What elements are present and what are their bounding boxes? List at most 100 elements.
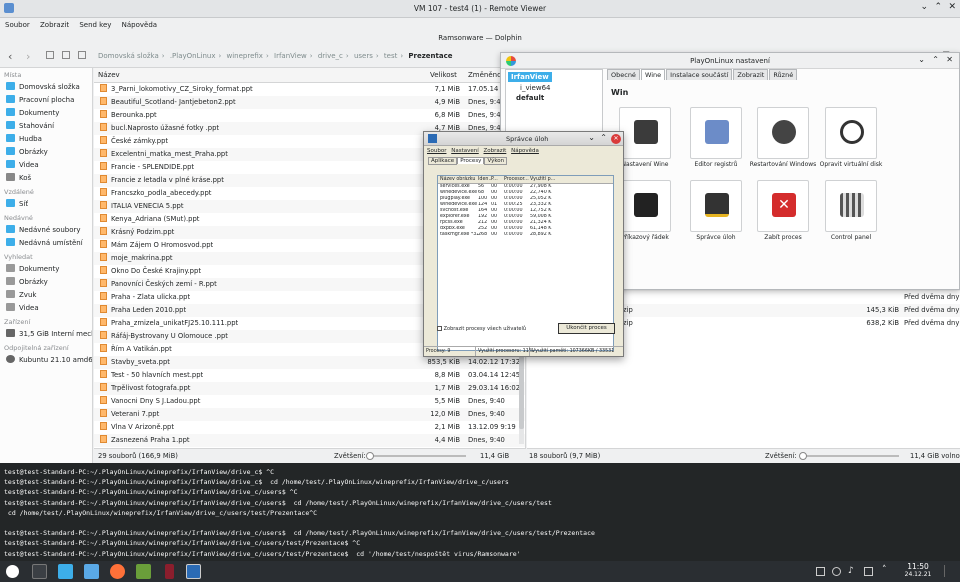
close-icon[interactable]: ✕ — [948, 2, 956, 12]
end-process-button[interactable]: Ukončit proces — [558, 323, 615, 334]
sidebar-item-recent-files[interactable]: Nedávné soubory — [0, 224, 92, 237]
tool-wine-config[interactable] — [619, 107, 671, 159]
tool-repair[interactable] — [825, 107, 877, 159]
column-modified[interactable]: Změněno — [468, 68, 501, 83]
file-row[interactable]: Beautiful_Scotland- Jantjebeton2.ppt 4,9 … — [94, 96, 525, 109]
forward-icon[interactable]: › — [26, 50, 30, 63]
menu-napoveda[interactable]: Nápověda — [122, 21, 157, 29]
crumb-wineprefix[interactable]: wineprefix — [227, 52, 263, 60]
sidebar-item-trash[interactable]: Koš — [0, 172, 92, 185]
column-size[interactable]: Velikost — [430, 68, 457, 83]
maximize-icon[interactable]: ⌃ — [932, 55, 939, 64]
volume-icon[interactable]: ♪ — [848, 566, 854, 576]
playonlinux-taskbar-icon[interactable] — [136, 564, 151, 579]
crumb-prezentace[interactable]: Prezentace — [408, 52, 452, 60]
file-row[interactable]: Stavby_sveta.ppt 853,5 KiB 14.02.12 17:32 — [94, 356, 525, 369]
checkbox[interactable] — [437, 326, 442, 331]
view-icons-icon[interactable] — [46, 51, 54, 59]
sidebar-item-search-images[interactable]: Obrázky — [0, 276, 92, 289]
tab-vykon[interactable]: Výkon — [484, 157, 508, 165]
tm-menu-napoveda[interactable]: Nápověda — [511, 148, 539, 154]
tm-menu-zobrazit[interactable]: Zobrazit — [484, 148, 507, 154]
sidebar-item-recent-locations[interactable]: Nedávná umístění — [0, 237, 92, 250]
sidebar-item-music[interactable]: Hudba — [0, 133, 92, 146]
show-desktop-icon[interactable] — [944, 565, 954, 577]
sidebar-item-network[interactable]: Síť — [0, 198, 92, 211]
terminal[interactable]: test@test-Standard-PC:~/.PlayOnLinux/win… — [0, 463, 960, 561]
clipboard-icon[interactable] — [816, 567, 825, 576]
zoom-slider[interactable] — [799, 452, 899, 460]
tab-zobrazit[interactable]: Zobrazit — [733, 69, 769, 80]
wine-taskbar-icon[interactable] — [165, 564, 174, 579]
file-row[interactable]: Berounka.ppt 6,8 MiB Dnes, 9:40 — [94, 109, 525, 122]
tree-item-default[interactable]: default — [506, 92, 602, 102]
tab-ruzne[interactable]: Různé — [769, 69, 798, 80]
maximize-icon[interactable]: ⌃ — [600, 133, 607, 142]
minimize-icon[interactable]: ⌄ — [920, 2, 928, 12]
menu-send-key[interactable]: Send key — [79, 21, 111, 29]
back-icon[interactable]: ‹ — [8, 50, 12, 63]
crumb-home[interactable]: Domovská složka — [98, 52, 159, 60]
file-row[interactable]: Trpělivost fotografa.ppt 1,7 MiB 29.03.14 … — [94, 382, 525, 395]
sidebar-item-videos[interactable]: Videa — [0, 159, 92, 172]
updates-icon[interactable] — [864, 567, 873, 576]
crumb-test[interactable]: test — [384, 52, 397, 60]
menu-zobrazit[interactable]: Zobrazit — [40, 21, 69, 29]
kde-launcher-icon[interactable] — [6, 565, 19, 578]
process-row[interactable]: taskmgr.exe *32268 00 0:00:00 28,892 K — [438, 232, 613, 238]
firefox-icon[interactable] — [110, 564, 125, 579]
sidebar-item-desktop[interactable]: Pracovní plocha — [0, 94, 92, 107]
tab-aplikace[interactable]: Aplikace — [428, 157, 458, 165]
sidebar-item-home[interactable]: Domovská složka — [0, 81, 92, 94]
view-details-icon[interactable] — [78, 51, 86, 59]
file-row[interactable]: Test - 50 hlavních mest.ppt 8,8 MiB 03.04.… — [94, 369, 525, 382]
tool-kill-process[interactable]: ✕ — [757, 180, 809, 232]
sidebar-item-documents[interactable]: Dokumenty — [0, 107, 92, 120]
sidebar-item-search-video[interactable]: Videa — [0, 302, 92, 315]
crumb-drive-c[interactable]: drive_c — [318, 52, 343, 60]
col-cpu-time[interactable]: Procesor... — [504, 176, 530, 184]
discover-icon[interactable] — [58, 564, 73, 579]
view-compact-icon[interactable] — [62, 51, 70, 59]
col-image-name[interactable]: Název obrázku — [438, 176, 478, 184]
close-icon[interactable]: ✕ — [946, 55, 953, 64]
sidebar-item-downloads[interactable]: Stahování — [0, 120, 92, 133]
sidebar-item-pictures[interactable]: Obrázky — [0, 146, 92, 159]
crumb-playonlinux[interactable]: .PlayOnLinux — [170, 52, 216, 60]
maximize-icon[interactable]: ⌃ — [934, 2, 942, 12]
sidebar-item-kubuntu-media[interactable]: Kubuntu 21.10 amd64 — [0, 354, 92, 367]
file-row[interactable]: Veterani 7.ppt 12,0 MiB Dnes, 9:40 — [94, 408, 525, 421]
tool-control-panel[interactable] — [825, 180, 877, 232]
file-row[interactable]: 3_Parni_lokomotivy_CZ_Siroky_format.ppt 7… — [94, 83, 525, 96]
tool-task-manager[interactable] — [690, 180, 742, 232]
sidebar-item-search-audio[interactable]: Zvuk — [0, 289, 92, 302]
clock[interactable]: 11:50 24.12.21 — [898, 563, 938, 579]
zoom-slider-handle[interactable] — [366, 452, 374, 460]
tool-reboot[interactable] — [757, 107, 809, 159]
show-all-processes[interactable]: Zobrazit procesy všech uživatelů — [437, 326, 526, 332]
terminal-taskbar-icon[interactable] — [32, 564, 47, 579]
crumb-irfanview[interactable]: IrfanView — [274, 52, 307, 60]
tm-menu-nastaveni[interactable]: Nastavení — [451, 148, 479, 154]
menu-soubor[interactable]: Soubor — [5, 21, 30, 29]
zoom-slider[interactable] — [366, 452, 466, 460]
close-icon[interactable]: ✕ — [611, 134, 621, 144]
tab-wine[interactable]: Wine — [640, 69, 666, 80]
col-memory[interactable]: Využití p... — [530, 176, 558, 184]
zoom-slider-handle[interactable] — [799, 452, 807, 460]
tm-menu-soubor[interactable]: Soubor — [427, 148, 446, 154]
file-row[interactable]: Vlna V Arizoně.ppt 2,1 MiB 13.12.09 9:19 — [94, 421, 525, 434]
column-name[interactable]: Název — [98, 68, 120, 83]
sidebar-item-internal-drive[interactable]: 31,5 GiB Interní mech... — [0, 328, 92, 341]
col-priority[interactable]: P... — [491, 176, 504, 184]
tree-item-i-view64[interactable]: i_view64 — [506, 82, 602, 92]
col-pid[interactable]: Iden... — [478, 176, 491, 184]
dolphin-taskbar-icon[interactable] — [84, 564, 99, 579]
sidebar-item-search-documents[interactable]: Dokumenty — [0, 263, 92, 276]
tool-command-line[interactable] — [619, 180, 671, 232]
file-row[interactable]: Zasnezená Praha 1.ppt 4,4 MiB Dnes, 9:40 — [94, 434, 525, 447]
tree-item-irfanview[interactable]: IrfanView — [508, 72, 552, 82]
file-row[interactable]: Vanocni Dny S J.Ladou.ppt 5,5 MiB Dnes, 9:… — [94, 395, 525, 408]
minimize-icon[interactable]: ⌄ — [588, 133, 595, 142]
task-manager-taskbar-icon[interactable] — [186, 564, 201, 579]
